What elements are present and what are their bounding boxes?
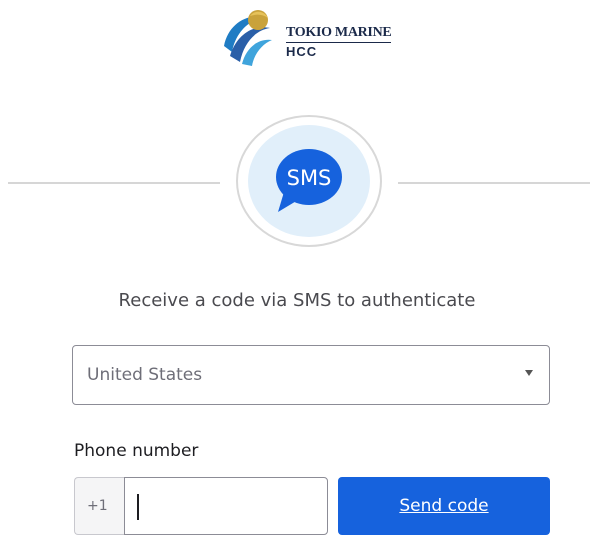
tokio-marine-logo-icon — [219, 10, 273, 66]
chevron-down-icon — [525, 370, 533, 376]
phone-number-input[interactable] — [124, 477, 328, 535]
page-subtitle: Receive a code via SMS to authenticate — [118, 290, 476, 311]
divider-right — [398, 182, 590, 184]
phone-number-label: Phone number — [74, 441, 199, 461]
country-code-text: +1 — [87, 498, 108, 514]
country-code-prefix: +1 — [74, 477, 126, 535]
sms-bubble-label: SMS — [287, 166, 332, 190]
sms-bubble-icon: SMS — [276, 149, 342, 212]
brand-name-line1: TOKIO MARINE — [286, 25, 392, 43]
divider-left — [8, 182, 220, 184]
country-select-value: United States — [87, 365, 203, 385]
send-code-label: Send code — [399, 496, 489, 516]
send-code-button[interactable]: Send code — [338, 477, 550, 535]
brand-logo: TOKIO MARINE HCC — [210, 6, 410, 68]
sms-auth-page: TOKIO MARINE HCC SMS Receive a code via … — [0, 0, 594, 536]
country-select[interactable]: United States — [72, 345, 550, 405]
text-cursor — [137, 494, 139, 520]
brand-name-line2: HCC — [286, 44, 318, 59]
